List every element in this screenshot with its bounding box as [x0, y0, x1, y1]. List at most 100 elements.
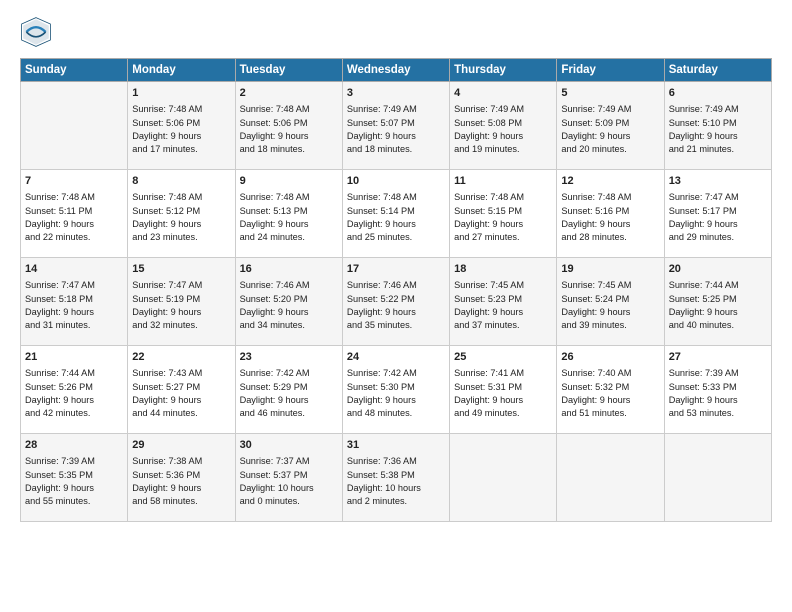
day-number: 18: [454, 262, 552, 277]
calendar-cell: 11 Sunrise: 7:48 AMSunset: 5:15 PMDayligh…: [450, 170, 557, 258]
calendar-cell: 12Sunrise: 7:48 AMSunset: 5:16 PMDayligh…: [557, 170, 664, 258]
column-header-tuesday: Tuesday: [235, 59, 342, 82]
day-info: Sunrise: 7:43 AMSunset: 5:27 PMDaylight:…: [132, 367, 230, 420]
day-number: 28: [25, 438, 123, 453]
day-number: 21: [25, 350, 123, 365]
day-number: 31: [347, 438, 445, 453]
calendar-header: SundayMondayTuesdayWednesdayThursdayFrid…: [21, 59, 772, 82]
calendar-cell: [450, 434, 557, 522]
calendar-cell: 21 Sunrise: 7:44 AMSunset: 5:26 PMDayligh…: [21, 346, 128, 434]
day-number: 11: [454, 174, 552, 189]
calendar-cell: [664, 434, 771, 522]
calendar-body: 1 Sunrise: 7:48 AMSunset: 5:06 PMDaylight…: [21, 82, 772, 522]
week-row-2: 7Sunrise: 7:48 AMSunset: 5:11 PMDaylight…: [21, 170, 772, 258]
calendar-cell: 14 Sunrise: 7:47 AMSunset: 5:18 PMDayligh…: [21, 258, 128, 346]
day-number: 17: [347, 262, 445, 277]
day-info: Sunrise: 7:48 AMSunset: 5:14 PMDaylight:…: [347, 191, 445, 244]
day-number: 22: [132, 350, 230, 365]
calendar-cell: 13Sunrise: 7:47 AMSunset: 5:17 PMDayligh…: [664, 170, 771, 258]
calendar-cell: 5 Sunrise: 7:49 AMSunset: 5:09 PMDaylight…: [557, 82, 664, 170]
day-info: Sunrise: 7:38 AMSunset: 5:36 PMDaylight:…: [132, 455, 230, 508]
day-info: Sunrise: 7:48 AMSunset: 5:15 PMDaylight:…: [454, 191, 552, 244]
day-number: 27: [669, 350, 767, 365]
day-number: 6: [669, 86, 767, 101]
calendar-cell: 7Sunrise: 7:48 AMSunset: 5:11 PMDaylight…: [21, 170, 128, 258]
calendar-cell: [557, 434, 664, 522]
calendar-cell: 18 Sunrise: 7:45 AMSunset: 5:23 PMDayligh…: [450, 258, 557, 346]
calendar-cell: 26Sunrise: 7:40 AMSunset: 5:32 PMDayligh…: [557, 346, 664, 434]
day-number: 23: [240, 350, 338, 365]
day-info: Sunrise: 7:47 AMSunset: 5:18 PMDaylight:…: [25, 279, 123, 332]
calendar-cell: 10 Sunrise: 7:48 AMSunset: 5:14 PMDayligh…: [342, 170, 449, 258]
calendar-cell: 30 Sunrise: 7:37 AMSunset: 5:37 PMDayligh…: [235, 434, 342, 522]
column-header-friday: Friday: [557, 59, 664, 82]
day-info: Sunrise: 7:48 AMSunset: 5:12 PMDaylight:…: [132, 191, 230, 244]
day-info: Sunrise: 7:39 AMSunset: 5:33 PMDaylight:…: [669, 367, 767, 420]
day-info: Sunrise: 7:44 AMSunset: 5:26 PMDaylight:…: [25, 367, 123, 420]
day-info: Sunrise: 7:48 AMSunset: 5:06 PMDaylight:…: [132, 103, 230, 156]
calendar-cell: 31 Sunrise: 7:36 AMSunset: 5:38 PMDayligh…: [342, 434, 449, 522]
day-number: 8: [132, 174, 230, 189]
day-info: Sunrise: 7:41 AMSunset: 5:31 PMDaylight:…: [454, 367, 552, 420]
calendar-cell: 9 Sunrise: 7:48 AMSunset: 5:13 PMDaylight…: [235, 170, 342, 258]
calendar-cell: 3Sunrise: 7:49 AMSunset: 5:07 PMDaylight…: [342, 82, 449, 170]
day-info: Sunrise: 7:40 AMSunset: 5:32 PMDaylight:…: [561, 367, 659, 420]
day-number: 3: [347, 86, 445, 101]
week-row-4: 21 Sunrise: 7:44 AMSunset: 5:26 PMDayligh…: [21, 346, 772, 434]
day-info: Sunrise: 7:48 AMSunset: 5:13 PMDaylight:…: [240, 191, 338, 244]
logo-icon: [20, 16, 52, 48]
day-number: 10: [347, 174, 445, 189]
page: SundayMondayTuesdayWednesdayThursdayFrid…: [0, 0, 792, 612]
day-number: 29: [132, 438, 230, 453]
day-info: Sunrise: 7:44 AMSunset: 5:25 PMDaylight:…: [669, 279, 767, 332]
calendar-cell: 8 Sunrise: 7:48 AMSunset: 5:12 PMDaylight…: [128, 170, 235, 258]
day-number: 2: [240, 86, 338, 101]
day-info: Sunrise: 7:45 AMSunset: 5:23 PMDaylight:…: [454, 279, 552, 332]
calendar-cell: 25 Sunrise: 7:41 AMSunset: 5:31 PMDayligh…: [450, 346, 557, 434]
week-row-3: 14 Sunrise: 7:47 AMSunset: 5:18 PMDayligh…: [21, 258, 772, 346]
day-number: 13: [669, 174, 767, 189]
day-number: 25: [454, 350, 552, 365]
day-info: Sunrise: 7:45 AMSunset: 5:24 PMDaylight:…: [561, 279, 659, 332]
column-header-monday: Monday: [128, 59, 235, 82]
week-row-1: 1 Sunrise: 7:48 AMSunset: 5:06 PMDaylight…: [21, 82, 772, 170]
day-number: 20: [669, 262, 767, 277]
calendar-cell: 2 Sunrise: 7:48 AMSunset: 5:06 PMDaylight…: [235, 82, 342, 170]
day-number: 14: [25, 262, 123, 277]
day-info: Sunrise: 7:39 AMSunset: 5:35 PMDaylight:…: [25, 455, 123, 508]
day-number: 19: [561, 262, 659, 277]
column-header-thursday: Thursday: [450, 59, 557, 82]
day-number: 1: [132, 86, 230, 101]
day-info: Sunrise: 7:47 AMSunset: 5:19 PMDaylight:…: [132, 279, 230, 332]
calendar-cell: 27 Sunrise: 7:39 AMSunset: 5:33 PMDayligh…: [664, 346, 771, 434]
day-number: 5: [561, 86, 659, 101]
calendar-cell: [21, 82, 128, 170]
day-info: Sunrise: 7:42 AMSunset: 5:30 PMDaylight:…: [347, 367, 445, 420]
day-info: Sunrise: 7:48 AMSunset: 5:06 PMDaylight:…: [240, 103, 338, 156]
calendar-cell: 1 Sunrise: 7:48 AMSunset: 5:06 PMDaylight…: [128, 82, 235, 170]
day-info: Sunrise: 7:49 AMSunset: 5:08 PMDaylight:…: [454, 103, 552, 156]
day-number: 15: [132, 262, 230, 277]
day-number: 16: [240, 262, 338, 277]
day-number: 9: [240, 174, 338, 189]
calendar-cell: 28 Sunrise: 7:39 AMSunset: 5:35 PMDayligh…: [21, 434, 128, 522]
column-header-wednesday: Wednesday: [342, 59, 449, 82]
day-info: Sunrise: 7:42 AMSunset: 5:29 PMDaylight:…: [240, 367, 338, 420]
day-info: Sunrise: 7:37 AMSunset: 5:37 PMDaylight:…: [240, 455, 338, 508]
calendar-table: SundayMondayTuesdayWednesdayThursdayFrid…: [20, 58, 772, 522]
day-number: 30: [240, 438, 338, 453]
column-header-sunday: Sunday: [21, 59, 128, 82]
day-info: Sunrise: 7:36 AMSunset: 5:38 PMDaylight:…: [347, 455, 445, 508]
day-info: Sunrise: 7:46 AMSunset: 5:20 PMDaylight:…: [240, 279, 338, 332]
day-number: 12: [561, 174, 659, 189]
day-number: 4: [454, 86, 552, 101]
calendar-cell: 4 Sunrise: 7:49 AMSunset: 5:08 PMDaylight…: [450, 82, 557, 170]
calendar-cell: 17Sunrise: 7:46 AMSunset: 5:22 PMDayligh…: [342, 258, 449, 346]
calendar-cell: 16 Sunrise: 7:46 AMSunset: 5:20 PMDayligh…: [235, 258, 342, 346]
day-number: 24: [347, 350, 445, 365]
calendar-cell: 20 Sunrise: 7:44 AMSunset: 5:25 PMDayligh…: [664, 258, 771, 346]
week-row-5: 28 Sunrise: 7:39 AMSunset: 5:35 PMDayligh…: [21, 434, 772, 522]
day-info: Sunrise: 7:49 AMSunset: 5:09 PMDaylight:…: [561, 103, 659, 156]
calendar-cell: 6Sunrise: 7:49 AMSunset: 5:10 PMDaylight…: [664, 82, 771, 170]
calendar-cell: 15 Sunrise: 7:47 AMSunset: 5:19 PMDayligh…: [128, 258, 235, 346]
